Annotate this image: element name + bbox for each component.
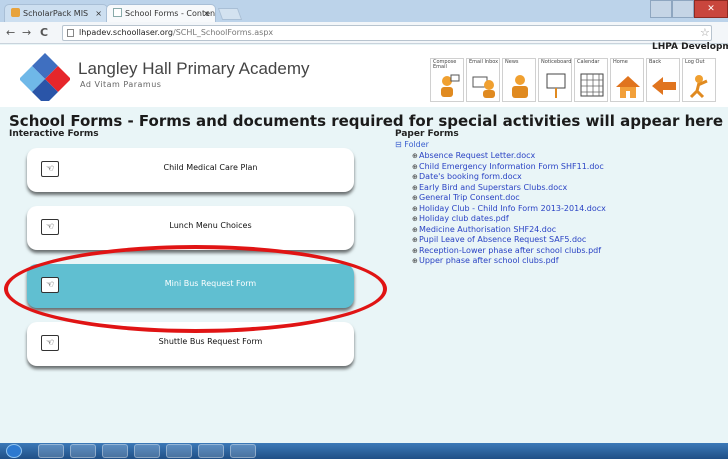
forward-nav-icon[interactable]: → <box>22 26 31 40</box>
taskbar-app-media[interactable] <box>102 444 128 458</box>
folder-label: Folder <box>404 140 429 149</box>
file-link[interactable]: ⊕Child Emergency Information Form SHF11.… <box>412 162 606 173</box>
school-logo-icon <box>20 53 70 101</box>
taskbar-app-excel[interactable] <box>198 444 224 458</box>
reload-icon[interactable]: C <box>40 26 48 40</box>
file-link[interactable]: ⊕Pupil Leave of Absence Request SAF5.doc <box>412 235 606 246</box>
page-icon <box>67 29 74 37</box>
address-toolbar: ← → C lhpadev.schoollaser.org/SCHL_Schoo… <box>0 22 728 44</box>
school-name: Langley Hall Primary Academy <box>78 59 310 78</box>
download-icon: ⊕ <box>412 236 418 244</box>
file-link[interactable]: ⊕Upper phase after school clubs.pdf <box>412 256 606 267</box>
hand-pointer-icon: ☜ <box>41 161 59 177</box>
interactive-forms-heading: Interactive Forms <box>9 129 99 139</box>
tab-title: ScholarPack MIS <box>23 9 89 18</box>
new-tab-button[interactable] <box>217 8 243 20</box>
nav-noticeboard[interactable]: Noticeboard <box>538 58 572 102</box>
os-taskbar <box>0 443 728 459</box>
browser-tab-scholarpack[interactable]: ScholarPack MIS × <box>4 4 108 22</box>
email-inbox-icon <box>472 76 495 98</box>
file-link[interactable]: ⊕Reception-Lower phase after school club… <box>412 246 606 257</box>
form-card-label: Lunch Menu Choices <box>169 221 252 230</box>
log-out-icon <box>689 75 708 99</box>
red-highlight-ellipse <box>4 245 387 333</box>
hand-pointer-icon: ☜ <box>41 219 59 235</box>
file-link[interactable]: ⊕Absence Request Letter.docx <box>412 151 606 162</box>
file-link[interactable]: ⊕Date's booking form.docx <box>412 172 606 183</box>
nav-log-out[interactable]: Log Out <box>682 58 716 102</box>
browser-tab-strip: ScholarPack MIS × School Forms - Content ×… <box>0 0 728 22</box>
home-icon <box>616 76 640 98</box>
download-icon: ⊕ <box>412 183 418 192</box>
nav-home[interactable]: Home <box>610 58 644 102</box>
noticeboard-icon <box>546 73 566 98</box>
form-card-lunch-menu-choices[interactable]: ☜ Lunch Menu Choices <box>27 206 354 250</box>
file-link[interactable]: ⊕Holiday club dates.pdf <box>412 214 606 225</box>
download-icon: ⊕ <box>412 204 418 213</box>
file-link[interactable]: ⊕General Trip Consent.doc <box>412 193 606 204</box>
window-close-button[interactable]: ✕ <box>694 0 728 18</box>
user-label: LHPA Developme <box>652 42 728 52</box>
start-button[interactable] <box>6 444 22 458</box>
compose-email-icon <box>441 74 460 97</box>
close-tab-icon[interactable]: × <box>95 5 102 22</box>
address-bar-input[interactable]: lhpadev.schoollaser.org/SCHL_SchoolForms… <box>62 25 712 41</box>
taskbar-app-folder[interactable] <box>166 444 192 458</box>
paper-forms-list: ⊕Absence Request Letter.docx ⊕Child Emer… <box>412 151 606 267</box>
nav-news[interactable]: News <box>502 58 536 102</box>
form-card-label: Shuttle Bus Request Form <box>158 337 263 346</box>
taskbar-app-browser[interactable] <box>38 444 64 458</box>
download-icon: ⊕ <box>412 257 418 265</box>
favicon-icon <box>11 8 20 17</box>
file-link[interactable]: ⊕Early Bird and Superstars Clubs.docx <box>412 183 606 194</box>
taskbar-app-paint[interactable] <box>134 444 160 458</box>
bookmark-star-icon[interactable]: ☆ <box>700 26 710 39</box>
nav-calendar[interactable]: Calendar <box>574 58 608 102</box>
download-icon: ⊕ <box>412 246 418 255</box>
file-link[interactable]: ⊕Medicine Authorisation SHF24.doc <box>412 225 606 236</box>
url-host: lhpadev.schoollaser.org <box>79 28 174 37</box>
minimize-button[interactable] <box>650 0 672 18</box>
back-nav-icon[interactable]: ← <box>6 26 15 40</box>
form-card-label: Child Medical Care Plan <box>163 163 258 172</box>
form-card-child-medical-care-plan[interactable]: ☜ Child Medical Care Plan <box>27 148 354 192</box>
close-tab-icon[interactable]: × <box>203 5 210 22</box>
hand-pointer-icon: ☜ <box>41 335 59 351</box>
maximize-button[interactable] <box>672 0 694 18</box>
browser-tab-school-forms[interactable]: School Forms - Content × <box>106 4 216 22</box>
page-title: School Forms - Forms and documents requi… <box>9 112 724 130</box>
nav-compose-email[interactable]: Compose Email <box>430 58 464 102</box>
taskbar-app-word[interactable] <box>230 444 256 458</box>
calendar-icon <box>580 73 604 97</box>
download-icon: ⊕ <box>412 194 418 202</box>
file-link[interactable]: ⊕Holiday Club - Child Info Form 2013-201… <box>412 204 606 215</box>
download-icon: ⊕ <box>412 215 418 223</box>
download-icon: ⊕ <box>412 162 418 171</box>
news-icon <box>512 75 528 98</box>
taskbar-app-explorer[interactable] <box>70 444 96 458</box>
back-arrow-icon <box>652 77 676 95</box>
page-icon <box>113 8 122 17</box>
download-icon: ⊕ <box>412 173 418 181</box>
download-icon: ⊕ <box>412 152 418 160</box>
paper-forms-heading: Paper Forms <box>395 129 459 139</box>
folder-node[interactable]: ⊟ Folder <box>395 140 429 149</box>
url-path: /SCHL_SchoolForms.aspx <box>173 28 274 37</box>
school-motto: Ad Vitam Paramus <box>80 80 162 89</box>
nav-email-inbox[interactable]: Email Inbox <box>466 58 500 102</box>
download-icon: ⊕ <box>412 225 418 234</box>
nav-back[interactable]: Back <box>646 58 680 102</box>
